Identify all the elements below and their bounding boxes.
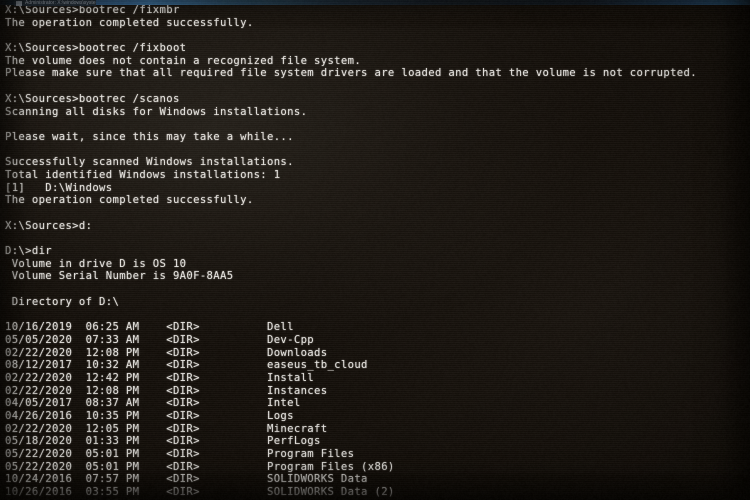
window-title: Administrator: X:\windows\system32\cmd.e… (25, 0, 96, 6)
desktop-wallpaper-sliver (0, 0, 750, 5)
console-output: X:\Sources>bootrec /fixmbr The operation… (5, 4, 697, 500)
window-titlebar[interactable]: Administrator: X:\windows\system32\cmd.e… (14, 0, 96, 6)
cmd-icon (16, 1, 22, 6)
console-client-area[interactable]: X:\Sources>bootrec /fixmbr The operation… (0, 5, 750, 500)
cmd-window-photo: Administrator: X:\windows\system32\cmd.e… (0, 0, 750, 500)
